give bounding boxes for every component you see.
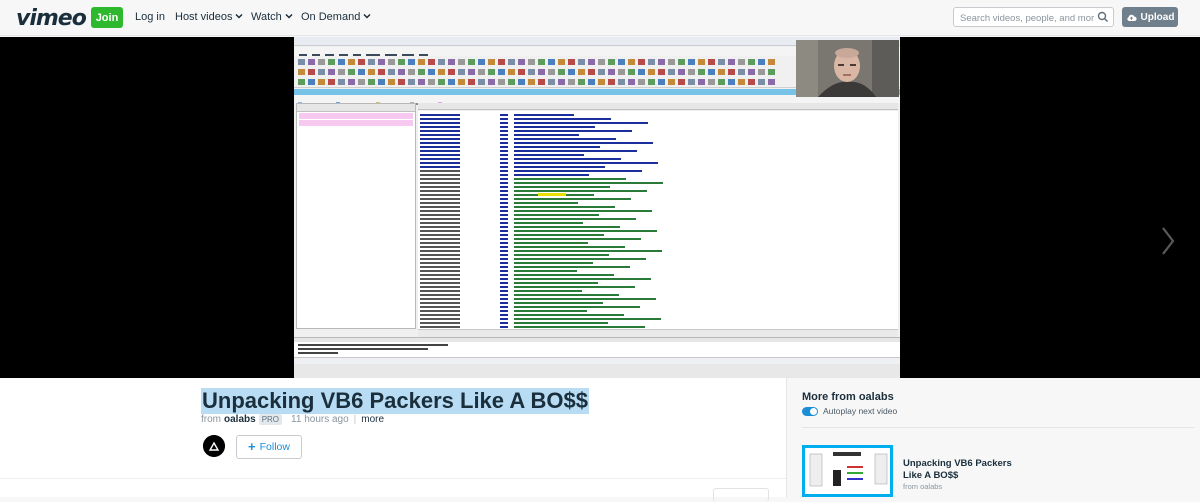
cloud-upload-icon	[1126, 14, 1137, 21]
meta-separator: |	[353, 414, 357, 425]
watch-label: Watch	[251, 11, 282, 23]
more-link[interactable]: more	[361, 414, 384, 425]
follow-label: Follow	[259, 441, 290, 453]
on-demand-menu[interactable]: On Demand	[301, 11, 371, 23]
video-player[interactable]	[0, 37, 1200, 415]
related-video-title[interactable]: Unpacking VB6 Packers Like A BO$$	[903, 458, 1013, 482]
plus-icon: +	[248, 438, 256, 454]
autoplay-toggle-row: Autoplay next video	[802, 406, 897, 416]
disassembly-graphic	[420, 114, 663, 328]
search-icon[interactable]	[1097, 11, 1109, 23]
related-video-thumbnail[interactable]	[802, 445, 893, 497]
ida-python-bar	[294, 357, 900, 364]
oalabs-logo-icon	[203, 435, 225, 457]
video-info: Unpacking VB6 Packers Like A BO$$ from o…	[0, 378, 786, 502]
search-input[interactable]	[954, 9, 1094, 28]
functions-header	[297, 104, 415, 112]
ida-output-window	[294, 337, 900, 357]
video-title: Unpacking VB6 Packers Like A BO$$	[201, 388, 589, 414]
related-video-author: from oalabs	[903, 482, 943, 491]
section-divider	[0, 478, 786, 479]
ida-functions-window	[296, 103, 416, 329]
autoplay-label: Autoplay next video	[823, 406, 898, 416]
function-row	[299, 120, 413, 126]
function-row	[299, 113, 413, 119]
thumbnail-image	[805, 448, 890, 494]
from-label: from	[201, 414, 221, 425]
watch-menu[interactable]: Watch	[251, 11, 293, 23]
chevron-down-icon	[235, 14, 244, 19]
upload-label: Upload	[1140, 11, 1175, 23]
more-from-sidebar: More from oalabs Autoplay next video Unp…	[786, 378, 1200, 497]
ida-footer	[294, 364, 900, 378]
avatar[interactable]	[203, 435, 225, 457]
ida-disassembly-view	[418, 111, 898, 329]
chevron-down-icon	[363, 14, 371, 19]
login-link[interactable]: Log in	[135, 11, 165, 23]
presenter-image	[796, 40, 899, 97]
chevron-down-icon	[285, 14, 293, 19]
share-button[interactable]	[713, 488, 769, 502]
vimeo-logo[interactable]: vimeo	[16, 6, 87, 31]
follow-button[interactable]: + Follow	[236, 435, 302, 459]
pro-badge: PRO	[258, 414, 283, 425]
upload-button[interactable]: Upload	[1122, 7, 1178, 27]
author-link[interactable]: oalabs	[224, 414, 256, 425]
posted-time: 11 hours ago	[291, 414, 349, 425]
on-demand-label: On Demand	[301, 11, 361, 23]
host-videos-menu[interactable]: Host videos	[175, 11, 244, 23]
webcam-overlay	[796, 40, 899, 97]
ida-output-graphic	[294, 338, 900, 354]
more-from-heading: More from oalabs	[802, 391, 894, 403]
top-nav: vimeo Join Log in Host videos Watch On D…	[0, 0, 1200, 36]
search-box	[953, 7, 1114, 28]
ida-view-tabs	[418, 103, 898, 113]
next-video-arrow-icon[interactable]	[1160, 226, 1176, 256]
ida-status-line	[418, 329, 898, 337]
autoplay-toggle[interactable]	[802, 406, 818, 416]
hooks-slide-graphic	[805, 448, 890, 494]
sidebar-divider	[802, 427, 1194, 428]
join-button[interactable]: Join	[91, 7, 123, 28]
host-videos-label: Host videos	[175, 11, 233, 23]
video-meta: from oalabs PRO 11 hours ago | more	[201, 414, 384, 425]
video-frame	[294, 37, 900, 378]
